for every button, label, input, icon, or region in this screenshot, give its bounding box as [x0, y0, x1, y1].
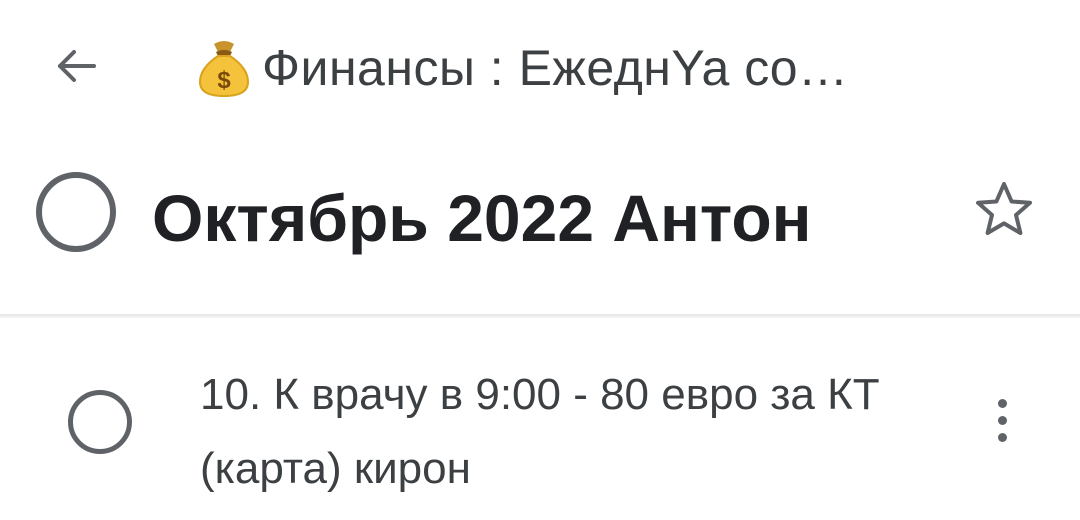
task-title[interactable]: Октябрь 2022 Антон: [152, 180, 812, 256]
star-outline-icon: [976, 182, 1032, 235]
more-vertical-icon[interactable]: [980, 390, 1024, 450]
menu-dot: [997, 432, 1007, 442]
task-header: Октябрь 2022 Антон: [0, 150, 1080, 310]
menu-dot: [997, 398, 1007, 408]
task-details-screen: $ Финансы : ЕжеднYa co… Октябрь 2022 Ант…: [0, 0, 1080, 520]
list-title: $ Финансы : ЕжеднYa co…: [190, 28, 970, 108]
arrow-left-icon: [58, 50, 96, 82]
star-button[interactable]: [968, 176, 1040, 242]
menu-dot: [997, 415, 1007, 425]
header-divider: [0, 314, 1080, 318]
app-title: Финансы : ЕжеднYa co…: [262, 40, 849, 96]
top-app-bar: $ Финансы : ЕжеднYa co…: [0, 0, 1080, 130]
svg-text:$: $: [217, 67, 231, 94]
back-button[interactable]: [40, 30, 112, 102]
subtask-text[interactable]: 10. К врачу в 9:00 - 80 евро за КТ (карт…: [200, 358, 950, 506]
task-complete-checkbox[interactable]: [36, 172, 116, 252]
money-bag-icon: $: [198, 41, 250, 98]
subtask-complete-checkbox[interactable]: [68, 390, 132, 454]
subtask-item[interactable]: 10. К врачу в 9:00 - 80 евро за КТ (карт…: [0, 340, 1080, 500]
